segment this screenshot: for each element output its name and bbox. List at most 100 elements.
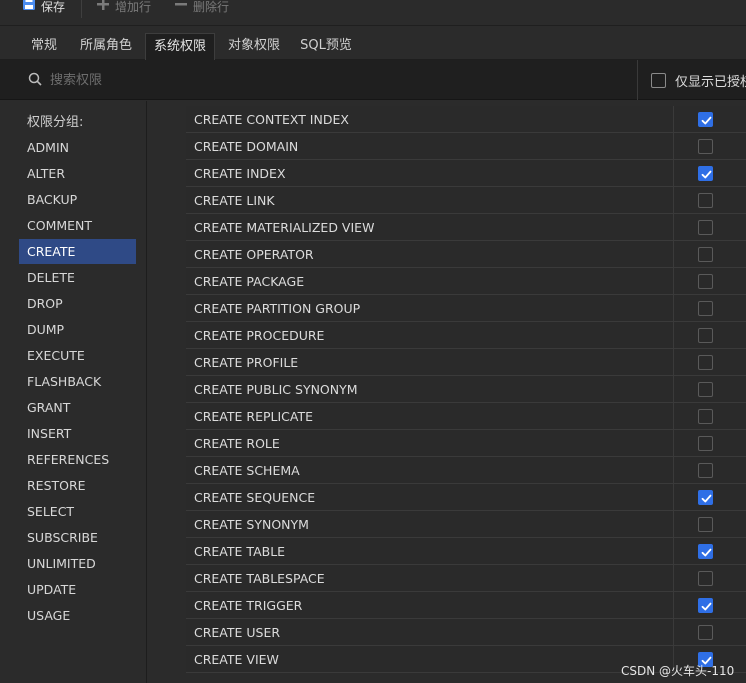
tab-roles[interactable]: 所属角色	[72, 33, 140, 60]
table-row: CREATE LINK	[186, 187, 746, 214]
column-divider	[673, 511, 674, 538]
privilege-checkbox[interactable]	[698, 517, 713, 532]
table-row: CREATE INDEX	[186, 160, 746, 187]
show-granted-label: 仅显示已授权	[675, 75, 746, 90]
column-divider	[673, 349, 674, 376]
column-divider	[673, 484, 674, 511]
save-button[interactable]: 保存	[22, 0, 65, 16]
sidebar-item-admin[interactable]: ADMIN	[19, 135, 136, 160]
checkmark-icon	[701, 602, 712, 611]
privilege-checkbox[interactable]	[698, 436, 713, 451]
sidebar-item-backup[interactable]: BACKUP	[19, 187, 136, 212]
sidebar-item-grant[interactable]: GRANT	[19, 395, 136, 420]
tab-bar: 常规 所属角色 系统权限 对象权限 SQL预览	[0, 33, 746, 60]
sidebar-item-references[interactable]: REFERENCES	[19, 447, 136, 472]
sidebar-item-insert[interactable]: INSERT	[19, 421, 136, 446]
table-row: CREATE PUBLIC SYNONYM	[186, 376, 746, 403]
sidebar-item-select[interactable]: SELECT	[19, 499, 136, 524]
privilege-checkbox[interactable]	[698, 166, 713, 181]
sidebar-item-flashback[interactable]: FLASHBACK	[19, 369, 136, 394]
table-row: CREATE PACKAGE	[186, 268, 746, 295]
sidebar-item-alter[interactable]: ALTER	[19, 161, 136, 186]
column-divider	[673, 187, 674, 214]
watermark: CSDN @火车头-110	[621, 664, 735, 678]
privilege-name: CREATE MATERIALIZED VIEW	[194, 220, 375, 235]
add-row-button[interactable]: 增加行	[96, 0, 151, 16]
privilege-checkbox[interactable]	[698, 355, 713, 370]
show-granted-checkbox[interactable]	[651, 73, 666, 88]
privilege-name: CREATE PACKAGE	[194, 274, 305, 289]
privilege-checkbox[interactable]	[698, 328, 713, 343]
column-divider	[673, 133, 674, 160]
sidebar-item-usage[interactable]: USAGE	[19, 603, 136, 628]
privilege-checkbox[interactable]	[698, 463, 713, 478]
sidebar-item-create[interactable]: CREATE	[19, 239, 136, 264]
sidebar-item-execute[interactable]: EXECUTE	[19, 343, 136, 368]
table-row: CREATE PROFILE	[186, 349, 746, 376]
privilege-checkbox[interactable]	[698, 193, 713, 208]
table-row: CREATE TABLE	[186, 538, 746, 565]
table-row: CREATE SEQUENCE	[186, 484, 746, 511]
tab-general[interactable]: 常规	[22, 33, 66, 60]
privilege-name: CREATE USER	[194, 625, 281, 640]
column-divider	[673, 376, 674, 403]
column-divider	[673, 322, 674, 349]
table-row: CREATE DOMAIN	[186, 133, 746, 160]
privilege-name: CREATE OPERATOR	[194, 247, 314, 262]
search-input[interactable]	[50, 70, 610, 90]
toolbar: 保存 增加行 删除行	[0, 0, 746, 26]
sidebar-item-comment[interactable]: COMMENT	[19, 213, 136, 238]
privilege-name: CREATE PUBLIC SYNONYM	[194, 382, 358, 397]
minus-icon	[174, 0, 188, 15]
column-divider	[673, 214, 674, 241]
sidebar-item-drop[interactable]: DROP	[19, 291, 136, 316]
column-divider	[673, 430, 674, 457]
sidebar-item-delete[interactable]: DELETE	[19, 265, 136, 290]
sidebar-item-unlimited[interactable]: UNLIMITED	[19, 551, 136, 576]
delete-row-button[interactable]: 删除行	[174, 0, 229, 16]
privilege-checkbox[interactable]	[698, 490, 713, 505]
table-row: CREATE ROLE	[186, 430, 746, 457]
privilege-checkbox[interactable]	[698, 112, 713, 127]
privilege-name: CREATE SCHEMA	[194, 463, 300, 478]
column-divider	[673, 106, 674, 133]
sidebar-item-update[interactable]: UPDATE	[19, 577, 136, 602]
privilege-checkbox[interactable]	[698, 544, 713, 559]
search-divider	[637, 60, 638, 100]
privilege-checkbox[interactable]	[698, 382, 713, 397]
privilege-checkbox[interactable]	[698, 247, 713, 262]
tab-sql-preview[interactable]: SQL预览	[294, 33, 358, 60]
column-divider	[673, 403, 674, 430]
privilege-checkbox[interactable]	[698, 598, 713, 613]
privilege-table-area: CREATE CONTEXT INDEX CREATE DOMAIN CREATE …	[148, 101, 746, 683]
tab-system-privileges[interactable]: 系统权限	[145, 33, 215, 60]
tab-object-privileges[interactable]: 对象权限	[220, 33, 288, 60]
privilege-name: CREATE PROFILE	[194, 355, 299, 370]
privilege-name: CREATE PARTITION GROUP	[194, 301, 361, 316]
sidebar-item-dump[interactable]: DUMP	[19, 317, 136, 342]
privilege-name: CREATE CONTEXT INDEX	[194, 112, 349, 127]
table-row: CREATE PROCEDURE	[186, 322, 746, 349]
privilege-checkbox[interactable]	[698, 274, 713, 289]
privilege-checkbox[interactable]	[698, 139, 713, 154]
column-divider	[673, 538, 674, 565]
sidebar-item-restore[interactable]: RESTORE	[19, 473, 136, 498]
privilege-group-sidebar: 权限分组: ADMIN ALTER BACKUP COMMENT CREATE DELET…	[10, 101, 147, 683]
privilege-checkbox[interactable]	[698, 571, 713, 586]
privilege-checkbox[interactable]	[698, 409, 713, 424]
toolbar-divider	[81, 0, 82, 18]
add-row-label: 增加行	[115, 0, 152, 14]
sidebar-title: 权限分组:	[27, 115, 84, 130]
checkmark-icon	[701, 116, 712, 125]
privilege-checkbox[interactable]	[698, 220, 713, 235]
privilege-name: CREATE ROLE	[194, 436, 280, 451]
table-row: CREATE REPLICATE	[186, 403, 746, 430]
privilege-checkbox[interactable]	[698, 625, 713, 640]
sidebar-item-subscribe[interactable]: SUBSCRIBE	[19, 525, 136, 550]
privilege-name: CREATE REPLICATE	[194, 409, 314, 424]
privilege-checkbox[interactable]	[698, 301, 713, 316]
privilege-name: CREATE TABLESPACE	[194, 571, 325, 586]
privilege-name: CREATE VIEW	[194, 652, 279, 667]
search-icon	[28, 72, 42, 90]
privilege-name: CREATE SEQUENCE	[194, 490, 316, 505]
